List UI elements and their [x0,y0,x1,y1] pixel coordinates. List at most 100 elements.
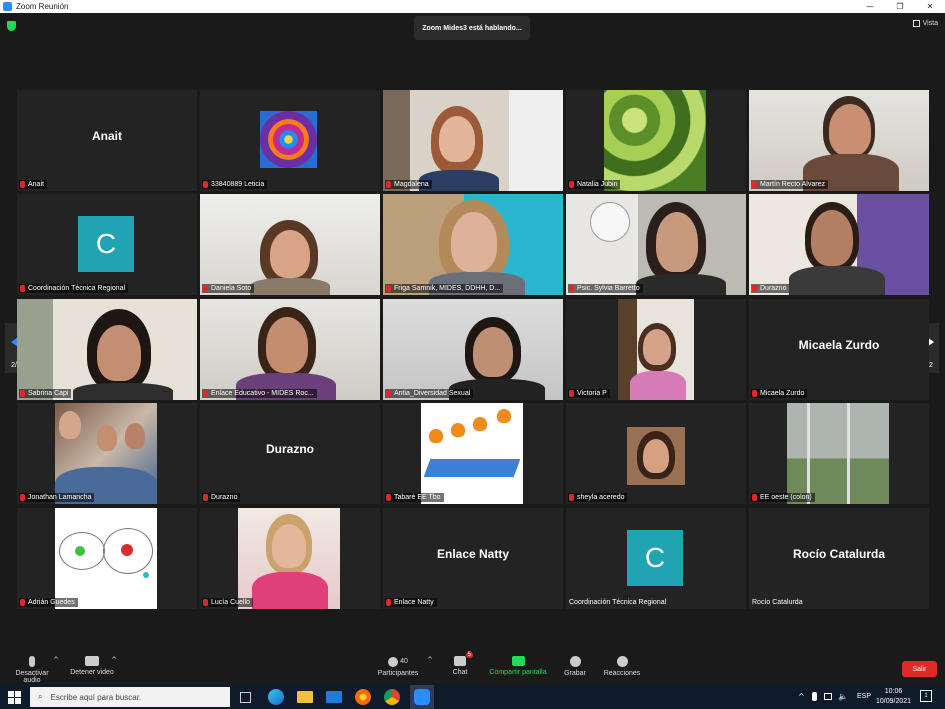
network-icon[interactable] [824,693,832,700]
chrome-icon[interactable] [384,689,400,705]
zoom-taskbar-button[interactable] [410,685,434,709]
participant-name-label: Magdalena [385,180,432,189]
participant-tile[interactable]: Antia_Diversidad Sexual [383,299,563,400]
muted-mic-icon [569,390,574,397]
file-explorer-icon[interactable] [297,691,313,703]
notifications-icon[interactable]: 1 [920,690,932,702]
participant-video [627,427,685,485]
video-options-caret[interactable]: ^ [110,656,118,664]
participant-tile[interactable]: Victoria P [566,299,746,400]
participant-tile[interactable]: 33840889 Leticia [200,90,380,191]
chat-button[interactable]: 5 Chat [448,652,473,676]
participant-tile[interactable]: Adrián Guedes [17,508,197,609]
tray-microphone-icon[interactable] [812,692,817,701]
participant-name-label: Micaela Zurdo [751,389,808,398]
view-button[interactable]: Vista [912,20,938,27]
reactions-button[interactable]: Reacciones [603,656,641,677]
avatar-initial: C [627,530,683,586]
active-speaker-banner: Zoom Mides3 está hablando... [414,16,530,40]
muted-mic-icon [386,599,391,606]
record-button[interactable]: Grabar [562,656,588,677]
participant-tile[interactable]: Durazno Durazno [200,403,380,504]
participant-tile[interactable]: sheyla aceredo [566,403,746,504]
participants-options-caret[interactable]: ^ [426,656,434,664]
participant-video [787,403,889,504]
windows-start-icon[interactable] [8,691,21,704]
participant-display-name: Durazno [266,441,314,456]
muted-mic-icon [386,390,391,397]
maximize-button[interactable]: ❐ [885,2,915,11]
participant-tile[interactable]: Lucía Cuello [200,508,380,609]
participant-name-label: Daniela Soto [202,284,255,293]
muted-mic-icon [386,285,391,292]
security-shield-icon[interactable] [7,21,16,31]
participant-tile[interactable]: Durazno [749,194,929,295]
clock[interactable]: 10:06 10/09/2021 [876,687,911,707]
volume-icon[interactable]: 🔈 [838,692,848,701]
participant-video [17,299,197,400]
participant-video [421,403,523,504]
participant-tile[interactable]: Tabaré EE Tbo [383,403,563,504]
clock-date: 10/09/2021 [876,698,912,705]
view-label: Vista [922,20,938,27]
window-title: Zoom Reunión [16,2,69,11]
participant-tile[interactable]: Magdalena [383,90,563,191]
participant-name-label: Lucía Cuello [202,598,253,607]
participant-tile[interactable]: Rocío Catalurda Rocío Catalurda [749,508,929,609]
participant-video [200,299,380,400]
window-titlebar: Zoom Reunión — ❐ ✕ [0,0,945,13]
participant-tile[interactable]: Friga Samnik, MIDES, DDHH, D... [383,194,563,295]
share-screen-icon [511,656,525,666]
participant-name-label: 33840889 Leticia [202,180,268,189]
participant-name-label: Tabaré EE Tbo [385,493,444,502]
participant-name-label: Sabrina Capi [19,389,72,398]
windows-taskbar: ⌕ Escribe aquí para buscar. ^ 🔈 ESP 10:0… [0,685,945,709]
participant-display-name: Micaela Zurdo [798,337,880,352]
muted-mic-icon [752,494,757,501]
grid-view-icon [912,20,920,27]
participant-video [238,508,340,609]
leave-meeting-button[interactable]: Salir [902,661,937,677]
participant-tile[interactable]: C Coordinación Técnica Regional [566,508,746,609]
participant-video [55,403,157,504]
participant-tile[interactable]: Psic. Sylvia Barretto [566,194,746,295]
participant-tile[interactable]: Daniela Soto [200,194,380,295]
task-view-icon[interactable] [240,692,251,703]
participant-tile[interactable]: Jonathan Lamancha [17,403,197,504]
participant-tile[interactable]: Enlace Natty Enlace Natty [383,508,563,609]
muted-mic-icon [569,285,574,292]
participant-tile[interactable]: EE oeste (colon) [749,403,929,504]
muted-mic-icon [569,494,574,501]
participant-name-label: Anait [19,180,47,189]
chat-unread-badge: 5 [465,652,473,658]
audio-options-caret[interactable]: ^ [52,656,60,664]
minimize-button[interactable]: — [855,2,885,11]
zoom-icon [414,689,430,705]
muted-mic-icon [20,390,25,397]
participant-tile[interactable]: Natalia Jubin [566,90,746,191]
participant-tile[interactable]: Anait Anait [17,90,197,191]
participant-tile[interactable]: Micaela Zurdo Micaela Zurdo [749,299,929,400]
edge-browser-icon[interactable] [268,689,284,705]
participants-button[interactable]: 40 Participantes [377,656,419,677]
firefox-icon[interactable] [355,689,371,705]
participant-name-label: Martín Recto Alvarez [751,180,828,189]
participant-tile[interactable]: Enlace Educativo - MIDES Roc... [200,299,380,400]
participant-tile[interactable]: C Coordinación Técnica Regional [17,194,197,295]
tray-overflow-icon[interactable]: ^ [798,692,805,701]
share-screen-button[interactable]: Compartir pantalla [487,656,549,676]
taskbar-search-box[interactable]: ⌕ Escribe aquí para buscar. [30,687,230,707]
muted-mic-icon [203,494,208,501]
close-button[interactable]: ✕ [915,2,945,11]
participant-tile[interactable]: Sabrina Capi [17,299,197,400]
participant-name-label: EE oeste (colon) [751,493,815,502]
participant-video [604,90,706,191]
search-icon: ⌕ [38,692,43,701]
stop-video-button[interactable]: Detener video [68,656,116,676]
zoom-app-icon [3,2,12,11]
mute-audio-button[interactable]: Desactivar audio [6,656,58,684]
participant-name-label: Jonathan Lamancha [19,493,95,502]
participant-tile[interactable]: Martín Recto Alvarez [749,90,929,191]
mail-icon[interactable] [326,691,342,703]
language-indicator[interactable]: ESP [857,693,871,700]
